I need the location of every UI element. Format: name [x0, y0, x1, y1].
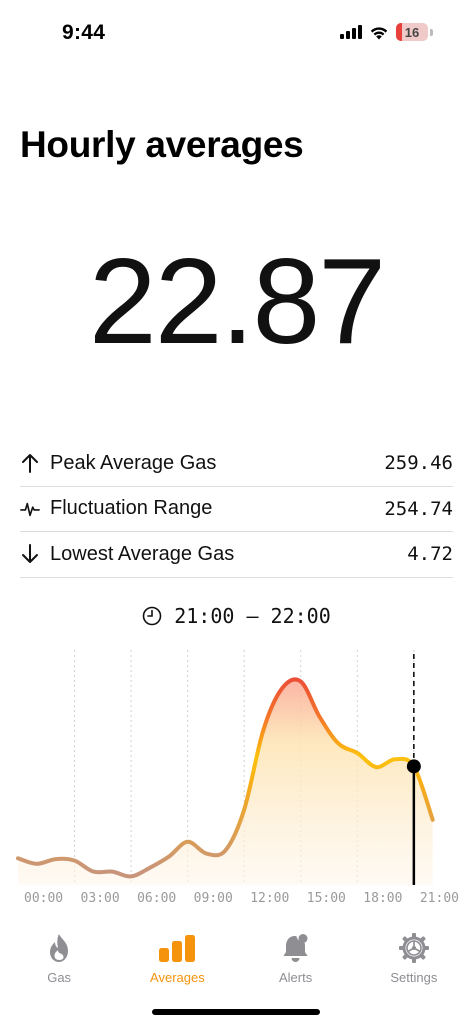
data-point-2200: [431, 818, 435, 822]
status-icons: 16: [340, 23, 433, 41]
page-title: Hourly averages: [20, 124, 304, 165]
flame-icon: [46, 932, 72, 964]
data-point-0200: [54, 857, 58, 861]
x-tick-label: 09:00: [194, 891, 233, 906]
data-point-1000: [205, 852, 209, 856]
tab-label: Settings: [390, 970, 438, 985]
data-point-1100: [223, 848, 227, 852]
data-point-1600: [318, 715, 322, 719]
data-point-1900: [374, 765, 378, 769]
data-point-1800: [355, 751, 359, 755]
tab-label: Gas: [47, 970, 72, 985]
stat-label: Peak Average Gas: [50, 451, 217, 474]
data-point-1700: [336, 742, 340, 746]
data-point-0000: [16, 856, 20, 860]
hourly-averages-chart[interactable]: 00:00 03:00 06:00 09:00 12:00 15:00 18:00 21:00: [0, 640, 473, 910]
tab-label: Alerts: [279, 970, 313, 985]
data-point-0900: [186, 840, 190, 844]
x-tick-label: 15:00: [307, 891, 346, 906]
stat-label: Lowest Average Gas: [50, 542, 235, 565]
tab-alerts[interactable]: Alerts: [237, 922, 355, 992]
stat-value: 259.46: [384, 452, 453, 475]
data-point-0300: [73, 859, 77, 863]
data-point-0500: [110, 870, 114, 874]
battery-level-text: 16: [404, 24, 420, 40]
selected-time-range: 21:00 – 22:00: [0, 604, 473, 628]
x-tick-label: 03:00: [81, 891, 120, 906]
arrow-up-icon: [20, 452, 40, 474]
x-tick-label: 00:00: [24, 891, 63, 906]
data-point-1300: [261, 729, 265, 733]
data-point-1500: [299, 680, 303, 684]
stat-row-fluctuation: Fluctuation Range 254.74: [20, 487, 453, 532]
tab-averages[interactable]: Averages: [118, 922, 236, 992]
status-bar: 9:44 16: [0, 0, 473, 60]
data-point-1400: [280, 687, 284, 691]
bell-icon: [281, 932, 311, 964]
tab-bar: Gas Averages Alerts Settings: [0, 922, 473, 992]
x-tick-label: 18:00: [363, 891, 402, 906]
tab-settings[interactable]: Settings: [355, 922, 473, 992]
stat-value: 4.72: [407, 543, 453, 566]
data-point-0700: [148, 866, 152, 870]
stat-row-peak: Peak Average Gas 259.46: [20, 441, 453, 487]
gear-icon: [398, 932, 430, 964]
stat-value: 254.74: [384, 497, 453, 520]
time-range-text: 21:00 – 22:00: [174, 604, 331, 628]
x-tick-label: 21:00: [420, 891, 459, 906]
x-tick-label: 06:00: [137, 891, 176, 906]
stat-label: Fluctuation Range: [50, 497, 213, 520]
data-point-1200: [242, 808, 246, 812]
tab-gas[interactable]: Gas: [0, 922, 118, 992]
bar-chart-icon: [158, 932, 196, 964]
cellular-signal-icon: [340, 25, 362, 39]
data-point-0600: [129, 874, 133, 878]
clock-icon: [142, 606, 162, 626]
arrow-down-icon: [20, 543, 40, 565]
data-point-2000: [393, 757, 397, 761]
chart-x-axis: 00:00 03:00 06:00 09:00 12:00 15:00 18:00 21:00: [24, 891, 459, 906]
selected-point[interactable]: [406, 759, 421, 774]
waveform-icon: [20, 498, 40, 520]
x-tick-label: 12:00: [250, 891, 289, 906]
home-indicator: [152, 1009, 320, 1015]
data-point-0800: [167, 855, 171, 859]
current-average-value: 22.87: [88, 233, 386, 369]
stat-row-lowest: Lowest Average Gas 4.72: [20, 532, 453, 578]
tab-label: Averages: [150, 970, 205, 985]
wifi-icon: [370, 26, 388, 39]
data-point-0400: [91, 870, 95, 874]
data-point-0100: [35, 862, 39, 866]
battery-icon: 16: [396, 23, 428, 41]
stats-list: Peak Average Gas 259.46 Fluctuation Rang…: [20, 441, 453, 578]
status-time: 9:44: [62, 21, 106, 44]
chart-area-fill: [18, 679, 433, 885]
